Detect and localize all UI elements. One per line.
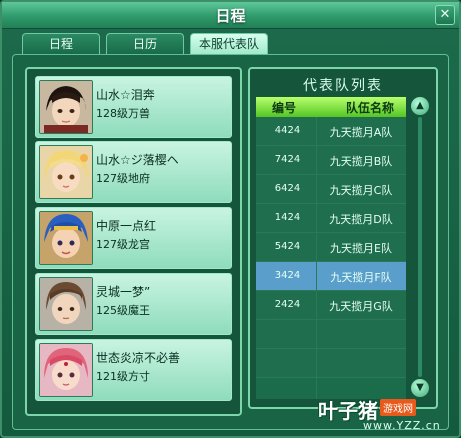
scrollbar[interactable]: ▲ ▼ [410,97,430,397]
blue-hair-avatar [39,211,93,265]
table-header: 编号 队伍名称 [256,97,406,117]
arrow-up-icon: ▲ [416,100,424,111]
team-name: 九天揽月A队 [329,126,393,139]
team-number: 2424 [274,299,301,310]
team-name: 九天揽月F队 [330,271,392,284]
team-number: 6424 [274,183,301,194]
player-list-panel: 山水☆泪奔 128级万兽 山水☆ジ落樱ヘ 127级地府 中原一点红 127级龙宫… [25,67,242,416]
team-number: 7424 [274,154,301,165]
tab-schedule[interactable]: 日程 [22,33,100,54]
table-row[interactable]: 2424 九天揽月G队 [256,291,406,320]
player-level: 121级方寸 [96,370,150,383]
table-row[interactable]: 1424 九天揽月D队 [256,204,406,233]
blonde-avatar [39,145,93,199]
team-name: 九天揽月G队 [329,300,393,313]
player-level: 127级地府 [96,172,150,185]
team-number: 4424 [274,125,301,136]
player-name: 山水☆ジ落樱ヘ [96,153,179,167]
watermark-url: www.YZZ.cn [363,419,441,432]
scroll-track[interactable] [418,117,422,377]
header-team-name: 队伍名称 [346,101,395,115]
player-card[interactable]: 山水☆ジ落樱ヘ 127级地府 [35,141,232,203]
player-level: 127级龙宫 [96,238,150,251]
header-number: 编号 [272,101,297,115]
team-number: 1424 [274,212,301,223]
column-divider [316,117,317,399]
close-icon: ✕ [439,7,451,22]
table-row-selected[interactable]: 3424 九天揽月F队 [256,262,406,291]
window-title: 日程 [215,7,246,25]
table-row-empty [256,320,406,349]
table-row[interactable]: 6424 九天揽月C队 [256,175,406,204]
player-level: 125级魔王 [96,304,150,317]
table-row[interactable]: 7424 九天揽月B队 [256,146,406,175]
player-card[interactable]: 山水☆泪奔 128级万兽 [35,76,232,138]
scroll-up-button[interactable]: ▲ [411,97,429,115]
tab-server-team[interactable]: 本服代表队 [190,33,268,55]
player-level: 128级万兽 [96,107,150,120]
player-name: 中原一点红 [96,219,157,233]
table-row[interactable]: 5424 九天揽月E队 [256,233,406,262]
player-card[interactable]: 世态炎凉不必善 121级方寸 [35,339,232,401]
player-card[interactable]: 灵城一梦” 125级魔王 [35,273,232,335]
team-name: 九天揽月B队 [329,155,393,168]
tab-calendar[interactable]: 日历 [106,33,184,54]
team-number: 5424 [274,241,301,252]
player-name: 灵城一梦” [96,285,151,299]
player-name: 世态炎凉不必善 [96,351,181,365]
brown-hair-avatar [39,277,93,331]
team-table: 编号 队伍名称 4424 九天揽月A队 7424 九天揽月B队 6424 九天揽… [256,97,406,399]
team-list-panel: 代表队列表 编号 队伍名称 4424 九天揽月A队 7424 九天揽月B队 64… [248,67,438,409]
team-name: 九天揽月E队 [330,242,392,255]
team-list-title: 代表队列表 [303,78,383,94]
site-watermark: 叶子猪 游戏网 www.YZZ.cn [318,395,458,435]
pink-hair-avatar [39,343,93,397]
table-row-empty [256,349,406,378]
player-name: 山水☆泪奔 [96,88,155,102]
arrow-down-icon: ▼ [416,382,424,393]
warrior-avatar [39,80,93,134]
close-button[interactable]: ✕ [435,5,455,25]
team-name: 九天揽月D队 [329,213,393,226]
title-bar[interactable]: 日程 ✕ [2,2,459,29]
table-row[interactable]: 4424 九天揽月A队 [256,117,406,146]
watermark-sub: 游戏网 [380,399,416,416]
player-card[interactable]: 中原一点红 127级龙宫 [35,207,232,269]
team-number: 3424 [274,270,301,281]
team-name: 九天揽月C队 [329,184,393,197]
